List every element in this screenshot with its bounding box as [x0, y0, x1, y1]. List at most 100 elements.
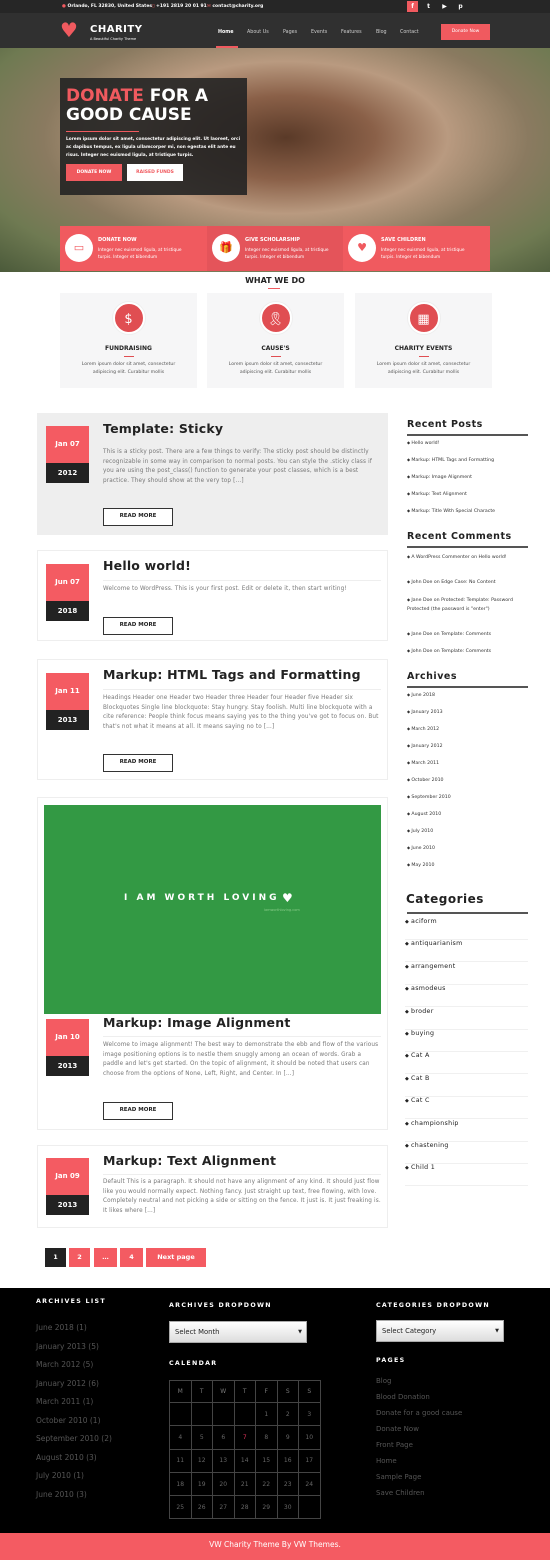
read-more-button[interactable]: READ MORE: [103, 1102, 173, 1120]
post-title[interactable]: Hello world!: [103, 558, 191, 573]
calendar-day[interactable]: 12: [190, 1448, 213, 1473]
footer-page-link[interactable]: Sample Page: [376, 1473, 421, 1481]
footer-archive-link[interactable]: June 2010 (3): [36, 1490, 87, 1499]
card-events[interactable]: ▦ CHARITY EVENTS Lorem ipsum dolor sit ame…: [355, 293, 492, 388]
footer-archive-link[interactable]: March 2012 (5): [36, 1360, 93, 1369]
footer-archive-link[interactable]: October 2010 (1): [36, 1416, 101, 1425]
twitter-icon[interactable]: t: [423, 1, 434, 12]
footer-page-link[interactable]: Blog: [376, 1377, 391, 1385]
calendar-day[interactable]: 19: [190, 1471, 213, 1497]
recent-comment[interactable]: Jane Doe on Template: Comments: [407, 631, 529, 637]
calendar-day[interactable]: 10: [298, 1425, 321, 1450]
category-link[interactable]: aciform: [405, 918, 528, 940]
feature-save-children[interactable]: ♥ SAVE CHILDREN Integer nec euismod ligula…: [343, 226, 490, 271]
footer-archive-link[interactable]: July 2010 (1): [36, 1471, 84, 1480]
recent-post-link[interactable]: Hello world!: [407, 440, 529, 446]
calendar-day[interactable]: 29: [255, 1495, 278, 1520]
youtube-icon[interactable]: ▶: [439, 1, 450, 12]
footer-archive-link[interactable]: September 2010 (2): [36, 1434, 112, 1443]
raised-funds-button[interactable]: RAISED FUNDS: [127, 164, 183, 181]
categories-select[interactable]: Select Category ▼: [376, 1320, 504, 1342]
page-2[interactable]: 2: [69, 1248, 90, 1267]
calendar-day[interactable]: 22: [255, 1471, 278, 1497]
recent-post-link[interactable]: Markup: HTML Tags and Formatting: [407, 457, 529, 463]
category-link[interactable]: buying: [405, 1030, 528, 1052]
recent-comment[interactable]: Jane Doe on Protected: Template: Passwor…: [407, 596, 529, 614]
calendar-day[interactable]: 14: [233, 1448, 256, 1473]
nav-contact[interactable]: Contact: [400, 30, 419, 35]
archive-link[interactable]: July 2010: [407, 828, 529, 834]
calendar-day[interactable]: 18: [169, 1471, 192, 1497]
calendar-day[interactable]: 13: [212, 1448, 235, 1473]
nav-pages[interactable]: Pages: [283, 30, 297, 35]
footer-page-link[interactable]: Donate Now: [376, 1425, 419, 1433]
recent-post-link[interactable]: Markup: Title With Special Characte: [407, 508, 529, 514]
card-fundraising[interactable]: $ FUNDRAISING Lorem ipsum dolor sit amet, …: [60, 293, 197, 388]
post-title[interactable]: Markup: Image Alignment: [103, 1015, 291, 1030]
calendar-day[interactable]: 5: [190, 1425, 213, 1450]
footer-page-link[interactable]: Home: [376, 1457, 397, 1465]
recent-comment[interactable]: John Doe on Edge Case: No Content: [407, 579, 529, 585]
calendar-day[interactable]: 8: [255, 1425, 278, 1450]
archive-link[interactable]: May 2010: [407, 862, 529, 868]
calendar-day[interactable]: 30: [276, 1495, 299, 1520]
read-more-button[interactable]: READ MORE: [103, 617, 173, 635]
calendar-day[interactable]: 4: [169, 1425, 192, 1450]
calendar-day[interactable]: 15: [255, 1448, 278, 1473]
feature-donate[interactable]: ▭ DONATE NOW Integer nec euismod ligula, a…: [60, 226, 207, 271]
footer-page-link[interactable]: Donate for a good cause: [376, 1409, 462, 1417]
footer-archive-link[interactable]: March 2011 (1): [36, 1397, 93, 1406]
calendar-day[interactable]: 23: [276, 1471, 299, 1497]
calendar-day[interactable]: 7: [233, 1425, 256, 1450]
calendar-day[interactable]: 28: [233, 1495, 256, 1520]
calendar-day[interactable]: 25: [169, 1495, 192, 1520]
calendar-day[interactable]: 1: [255, 1401, 278, 1427]
post-title[interactable]: Markup: HTML Tags and Formatting: [103, 667, 361, 682]
category-link[interactable]: arrangement: [405, 963, 528, 985]
category-link[interactable]: antiquarianism: [405, 940, 528, 963]
footer-archive-link[interactable]: June 2018 (1): [36, 1323, 87, 1332]
nav-about[interactable]: About Us: [247, 30, 269, 35]
calendar-day[interactable]: 21: [233, 1471, 256, 1497]
archive-link[interactable]: March 2012: [407, 726, 529, 732]
category-link[interactable]: championship: [405, 1120, 528, 1142]
hero-donate-button[interactable]: DONATE NOW: [66, 164, 122, 181]
email[interactable]: ✉ contact@charity.org: [207, 4, 263, 9]
archive-link[interactable]: January 2012: [407, 743, 529, 749]
archive-link[interactable]: September 2010: [407, 794, 529, 800]
post-image[interactable]: I AM WORTH LOVING ♥ iamworthloving.com: [44, 805, 381, 1014]
page-1[interactable]: 1: [45, 1248, 66, 1267]
footer-archive-link[interactable]: August 2010 (3): [36, 1453, 97, 1462]
nav-blog[interactable]: Blog: [376, 30, 387, 35]
calendar-day[interactable]: 16: [276, 1448, 299, 1473]
recent-comment[interactable]: John Doe on Template: Comments: [407, 648, 529, 654]
calendar-day[interactable]: 11: [169, 1448, 192, 1473]
footer-archive-link[interactable]: January 2013 (5): [36, 1342, 99, 1351]
nav-events[interactable]: Events: [311, 30, 327, 35]
read-more-button[interactable]: READ MORE: [103, 754, 173, 772]
archive-link[interactable]: March 2011: [407, 760, 529, 766]
recent-comment[interactable]: A WordPress Commenter on Hello world!: [407, 553, 529, 563]
calendar-day[interactable]: 20: [212, 1471, 235, 1497]
archive-link[interactable]: June 2010: [407, 845, 529, 851]
archive-link[interactable]: August 2010: [407, 811, 529, 817]
donate-now-button[interactable]: Donate Now: [441, 24, 490, 40]
category-link[interactable]: Cat C: [405, 1097, 528, 1120]
calendar-day[interactable]: 24: [298, 1471, 321, 1497]
feature-scholarship[interactable]: 🎁 GIVE SCHOLARSHIP Integer nec euismod lig…: [207, 226, 343, 271]
page-4[interactable]: 4: [120, 1248, 143, 1267]
calendar-day[interactable]: 27: [212, 1495, 235, 1520]
category-link[interactable]: asmodeus: [405, 985, 528, 1008]
footer-page-link[interactable]: Save Children: [376, 1489, 425, 1497]
category-link[interactable]: chastening: [405, 1142, 528, 1164]
calendar-day[interactable]: 3: [298, 1401, 321, 1427]
card-causes[interactable]: 🎗 CAUSE'S Lorem ipsum dolor sit amet, cons…: [207, 293, 344, 388]
archive-link[interactable]: January 2013: [407, 709, 529, 715]
nav-features[interactable]: Features: [341, 30, 362, 35]
logo-text[interactable]: CHARITY: [90, 24, 142, 35]
archives-select[interactable]: Select Month ▼: [169, 1321, 307, 1343]
pinterest-icon[interactable]: p: [455, 1, 466, 12]
calendar-day[interactable]: 17: [298, 1448, 321, 1473]
footer-archive-link[interactable]: January 2012 (6): [36, 1379, 99, 1388]
category-link[interactable]: Child 1: [405, 1164, 528, 1187]
